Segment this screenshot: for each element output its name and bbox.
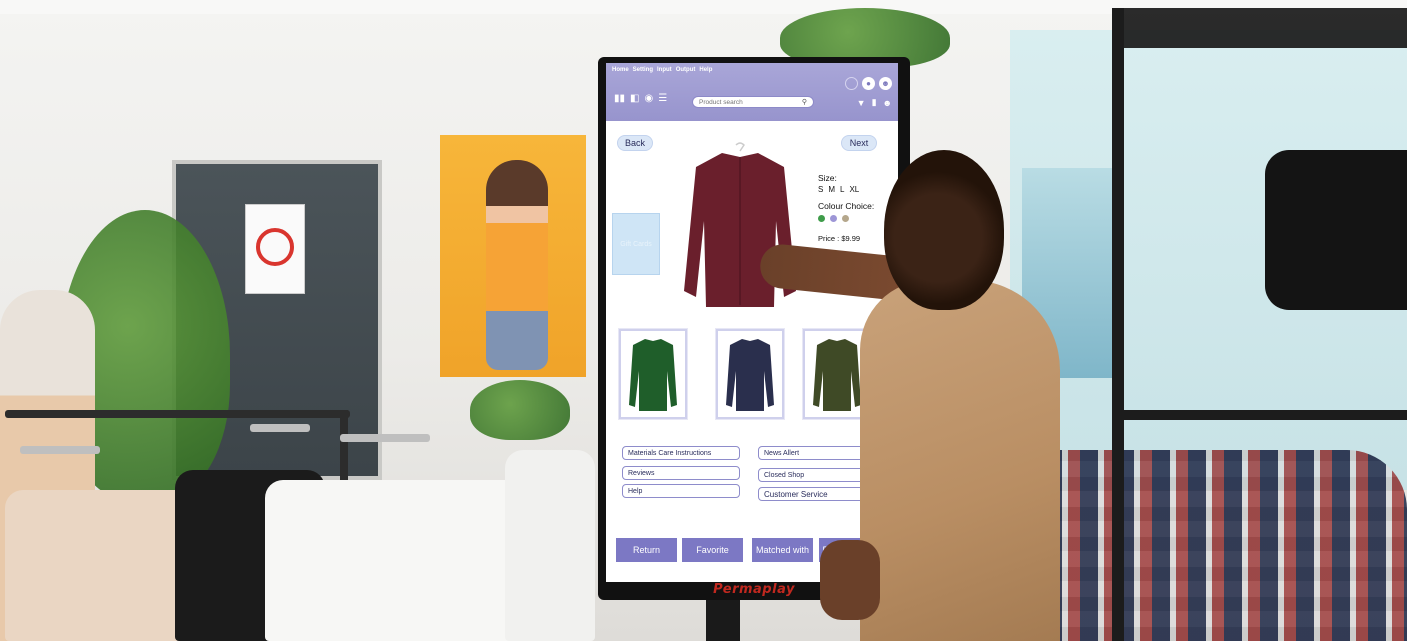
kiosk-stand xyxy=(706,600,740,641)
customer-service-link[interactable]: Customer Service xyxy=(758,487,866,501)
view-tools: ▮▮ ◧ ◉ ☰ xyxy=(614,94,667,104)
hanger-rail xyxy=(20,446,100,454)
shelf-board xyxy=(1112,410,1407,420)
size-s[interactable]: S xyxy=(818,185,823,194)
news-alert-link[interactable]: News Allert xyxy=(758,446,866,460)
colour-swatch-khaki[interactable] xyxy=(842,215,849,222)
header-icons: ● ☻ xyxy=(845,77,892,90)
help-link[interactable]: Help xyxy=(622,484,740,498)
shirt-hanger xyxy=(735,142,745,152)
search-input[interactable] xyxy=(699,98,789,106)
white-shirt xyxy=(265,480,535,641)
refresh-icon[interactable] xyxy=(845,77,858,90)
panel-icon[interactable]: ◧ xyxy=(630,94,639,104)
user-icon[interactable]: ☻ xyxy=(879,77,892,90)
poster-model xyxy=(486,160,548,370)
customer-hand xyxy=(820,540,880,620)
reviews-link[interactable]: Reviews xyxy=(622,466,740,480)
colour-swatch-green[interactable] xyxy=(818,215,825,222)
colour-label: Colour Choice: xyxy=(818,201,875,211)
back-button[interactable]: Back xyxy=(617,135,653,151)
camera-body xyxy=(1265,150,1407,310)
colour-swatch-lavender[interactable] xyxy=(830,215,837,222)
hanger-rail xyxy=(340,434,430,442)
kiosk-header: Home Setting Input Output Help ● ☻ ▮▮ ◧ … xyxy=(606,63,898,121)
customer-body xyxy=(860,280,1060,641)
white-shirt xyxy=(505,450,595,641)
menu-input[interactable]: Input xyxy=(657,67,672,73)
menu-bar: Home Setting Input Output Help xyxy=(612,67,712,73)
thumbnail-shirt-image xyxy=(629,339,677,411)
grid-icon[interactable]: ▮▮ xyxy=(614,94,625,104)
return-button[interactable]: Return xyxy=(616,538,677,562)
dropdown-icon[interactable]: ▼ xyxy=(857,98,866,108)
thumbnail-shirt-image xyxy=(726,339,774,411)
hanger-rail xyxy=(250,424,310,432)
menu-lines-icon[interactable]: ☰ xyxy=(658,94,667,104)
size-l[interactable]: L xyxy=(840,185,844,194)
size-label: Size: xyxy=(818,173,837,183)
product-search[interactable]: ⚲ xyxy=(692,96,814,108)
search-icon[interactable]: ⚲ xyxy=(802,98,807,106)
prohibition-icon xyxy=(256,228,294,266)
microphone-icon[interactable]: ● xyxy=(862,77,875,90)
thumbnail-shirt-image xyxy=(813,339,861,411)
gift-icon[interactable]: ▮ xyxy=(872,97,877,108)
customer-head xyxy=(884,150,1004,310)
materials-care-link[interactable]: Materials Care Instructions xyxy=(622,446,740,460)
next-button[interactable]: Next xyxy=(841,135,877,151)
thumbnail-green-shirt[interactable] xyxy=(619,329,687,419)
closed-shop-link[interactable]: Closed Shop xyxy=(758,468,866,482)
kiosk-screen: Home Setting Input Output Help ● ☻ ▮▮ ◧ … xyxy=(606,63,898,582)
plant xyxy=(470,380,570,440)
display-shelf xyxy=(1112,8,1407,641)
matched-with-button[interactable]: Matched with xyxy=(752,538,813,562)
gift-card-tile[interactable]: Gift Cards xyxy=(612,213,660,275)
size-options: S M L XL xyxy=(818,185,896,194)
size-m[interactable]: M xyxy=(828,185,835,194)
account-icon[interactable]: ☻ xyxy=(883,98,892,108)
size-xl[interactable]: XL xyxy=(849,185,859,194)
menu-home[interactable]: Home xyxy=(612,67,629,73)
favorite-button[interactable]: Favorite xyxy=(682,538,743,562)
menu-help[interactable]: Help xyxy=(699,67,712,73)
menu-setting[interactable]: Setting xyxy=(633,67,653,73)
menu-output[interactable]: Output xyxy=(676,67,696,73)
radio-icon[interactable]: ◉ xyxy=(644,94,653,104)
header-tools-right: ▼ ▮ ☻ xyxy=(857,97,892,108)
clothing-rack xyxy=(5,410,350,418)
thumbnail-navy-shirt[interactable] xyxy=(716,329,784,419)
